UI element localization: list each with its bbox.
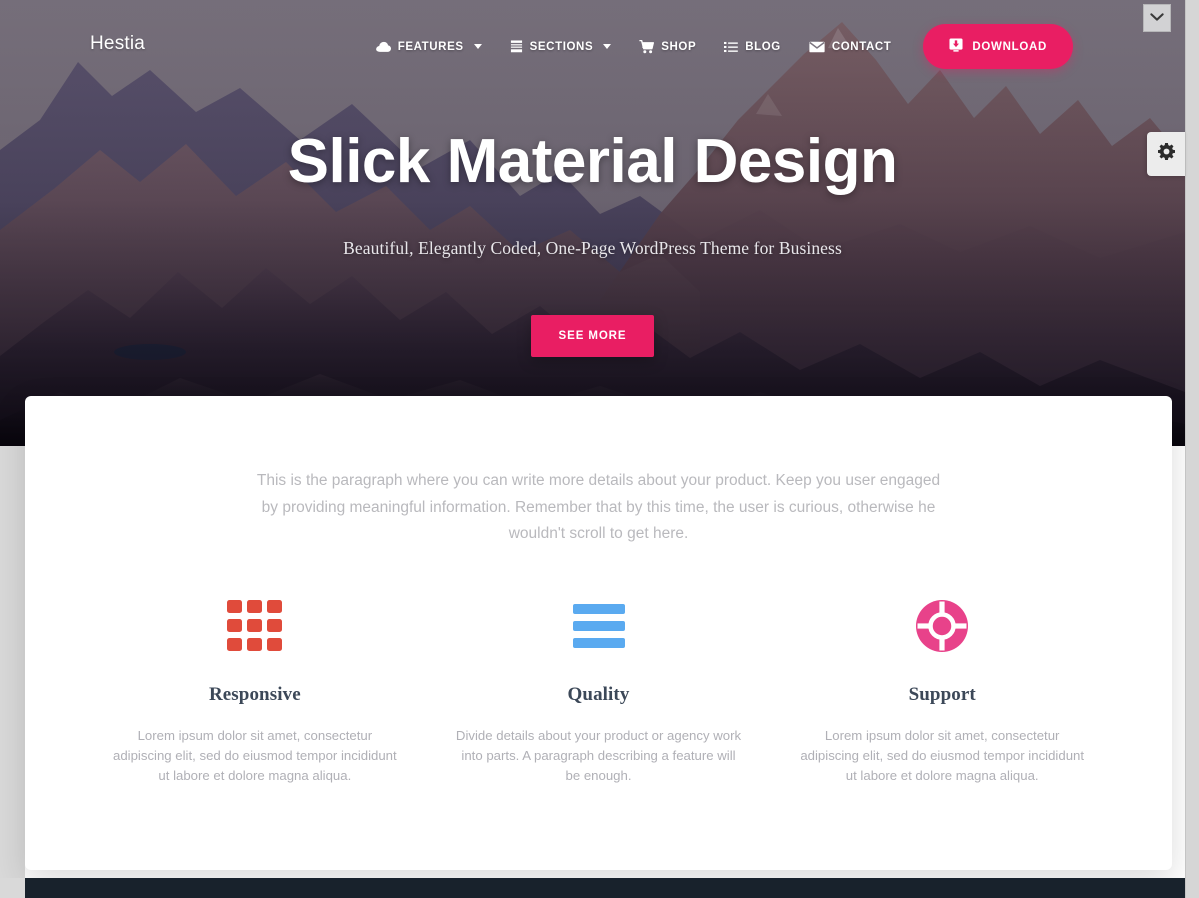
site-logo[interactable]: Hestia [90,24,145,53]
hero-section: Hestia FEATURES SECTIONS SHOP BLOG CONTA… [0,0,1185,446]
main-navigation: Hestia FEATURES SECTIONS SHOP BLOG CONTA… [0,0,1185,88]
chevron-down-icon [1150,9,1164,27]
feature-title: Responsive [208,683,301,705]
footer-strip [25,878,1185,898]
intro-paragraph: This is the paragraph where you can writ… [256,472,941,543]
nav-item-contact[interactable]: CONTACT [795,31,906,63]
life-ring-icon [798,594,1086,658]
feature-quality: Quality Divide details about your produc… [427,594,771,786]
nav-item-sections[interactable]: SECTIONS [496,30,626,63]
gear-icon [1157,143,1175,165]
nav-label: CONTACT [831,40,892,53]
features-row: Responsive Lorem ipsum dolor sit amet, c… [25,594,1172,786]
page-scrollbar[interactable] [1185,0,1199,898]
list-icon [724,41,739,53]
nav-item-blog[interactable]: BLOG [710,31,795,63]
feature-text: Lorem ipsum dolor sit amet, consectetur … [112,727,397,784]
page-left-gutter-bottom [0,878,25,898]
content-card: This is the paragraph where you can writ… [25,396,1172,870]
collapse-panel-button[interactable] [1143,4,1171,32]
nav-label: BLOG [745,40,781,53]
feature-responsive: Responsive Lorem ipsum dolor sit amet, c… [83,594,427,786]
nav-item-shop[interactable]: SHOP [625,30,710,64]
see-more-button[interactable]: SEE MORE [530,315,655,358]
nav-label: SECTIONS [529,40,594,53]
page-left-gutter [0,446,25,898]
settings-panel-tab[interactable] [1147,132,1185,176]
download-label: DOWNLOAD [972,40,1047,53]
grid-icon [111,594,399,658]
download-button[interactable]: DOWNLOAD [923,24,1073,69]
hero-title: Slick Material Design [287,127,898,196]
nav-label: FEATURES [397,40,464,53]
cart-icon [639,39,655,54]
chevron-down-icon [473,44,482,49]
align-justify-icon [455,594,743,658]
chevron-down-icon [603,44,612,49]
nav-links: FEATURES SECTIONS SHOP BLOG CONTACT DOWN… [362,24,1155,69]
hero-subtitle: Beautiful, Elegantly Coded, One-Page Wor… [343,238,842,259]
feature-title: Support [908,683,976,705]
download-icon [949,38,963,55]
cloud-icon [375,41,391,53]
browser-viewport: Hestia FEATURES SECTIONS SHOP BLOG CONTA… [0,0,1199,898]
feature-text: Divide details about your product or age… [455,727,742,784]
layers-icon [510,40,523,53]
feature-support: Support Lorem ipsum dolor sit amet, cons… [770,594,1114,786]
feature-title: Quality [567,683,630,705]
nav-item-features[interactable]: FEATURES [362,31,496,63]
envelope-icon [809,41,825,53]
feature-text: Lorem ipsum dolor sit amet, consectetur … [800,727,1085,784]
nav-label: SHOP [661,40,697,53]
